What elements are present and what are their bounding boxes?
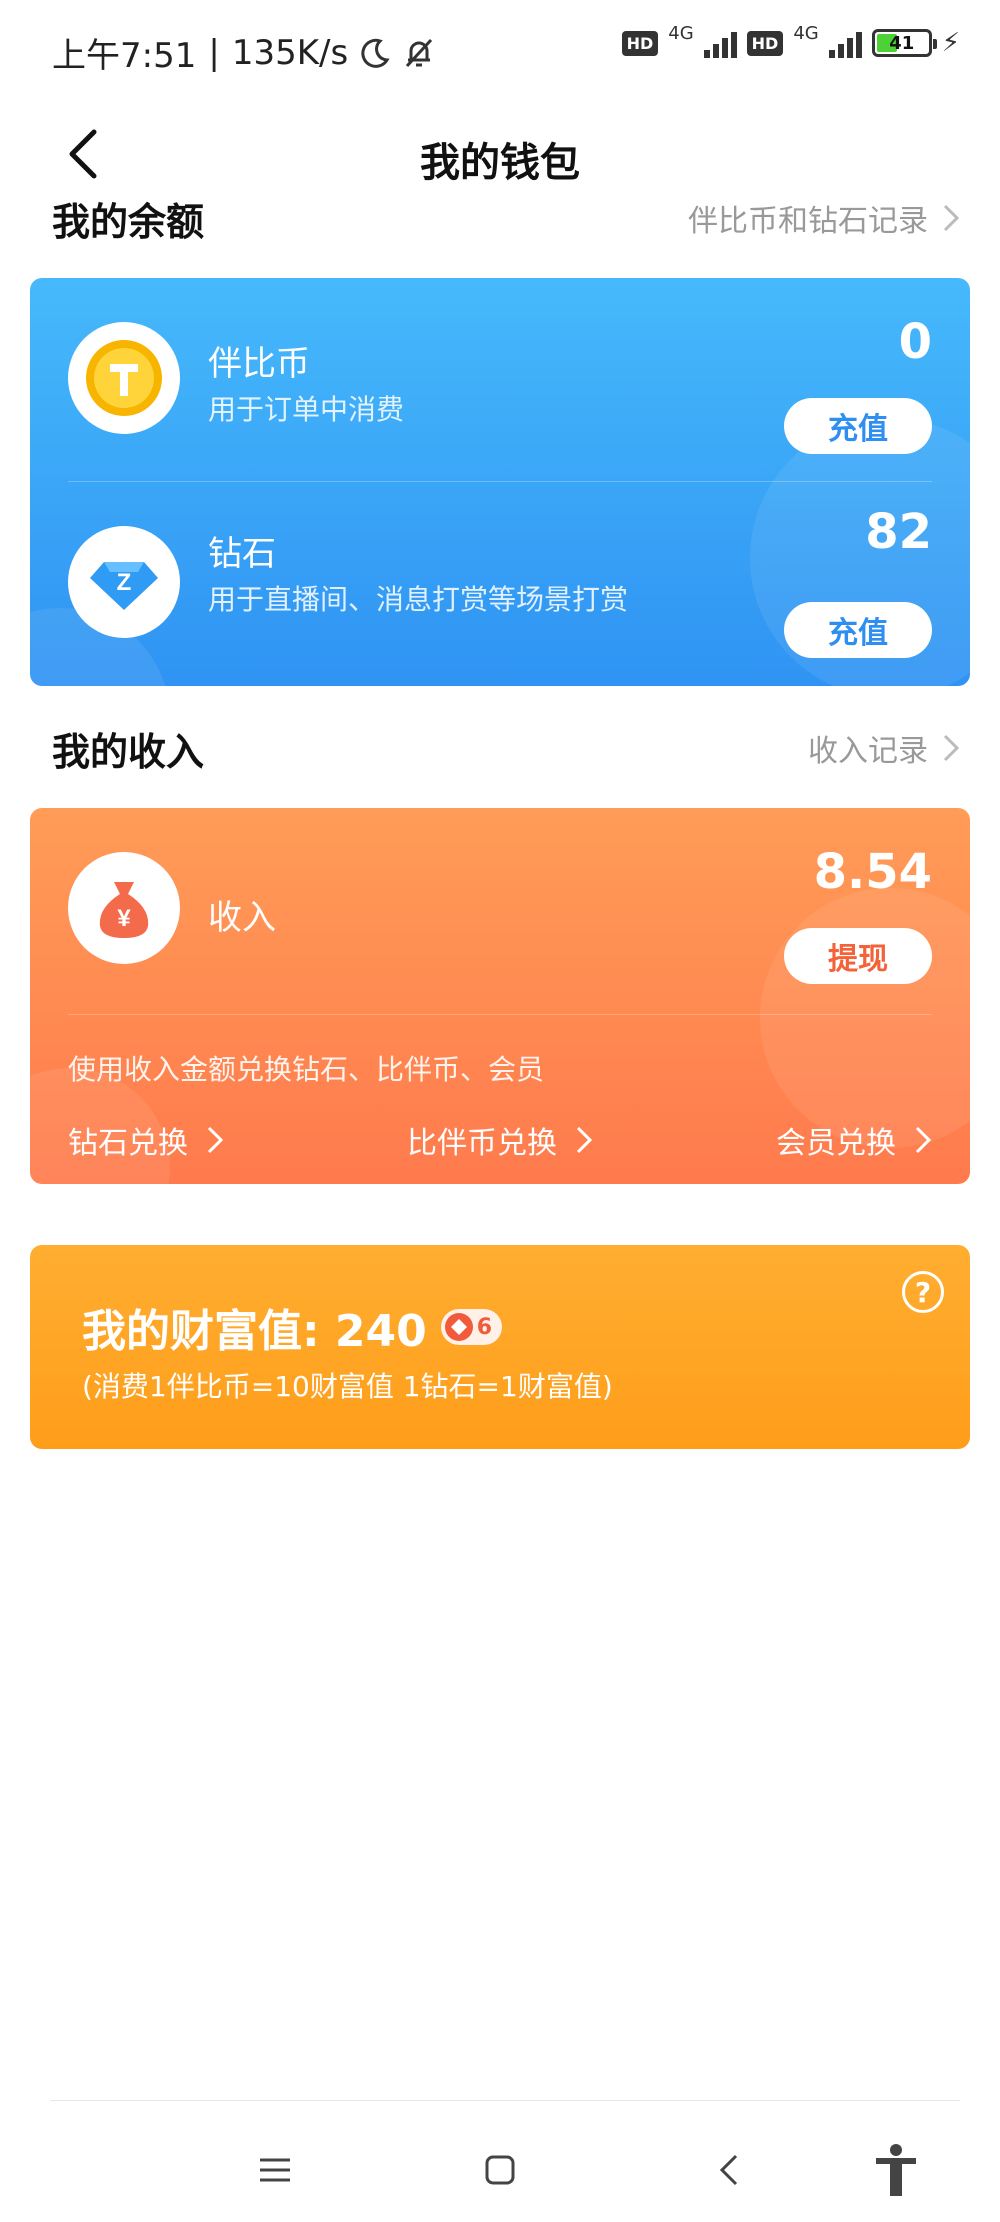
coin-name: 伴比币 (208, 344, 310, 384)
battery-level: 41 (889, 32, 915, 54)
diamond-exchange-link[interactable]: 钻石兑换 (68, 1118, 224, 1162)
network-type: 4G (668, 22, 694, 44)
status-separator: | (208, 32, 220, 73)
svg-text:¥: ¥ (117, 905, 131, 932)
home-icon[interactable] (470, 2140, 530, 2200)
menu-icon[interactable] (245, 2140, 305, 2200)
exchange-label: 钻石兑换 (68, 1126, 188, 1161)
member-exchange-link[interactable]: 会员兑换 (776, 1118, 932, 1162)
diamond-name: 钻石 (208, 534, 276, 574)
hd-badge: HD (621, 30, 659, 56)
income-card: ¥ 收入 8.54 提现 使用收入金额兑换钻石、比伴币、会员 钻石兑换 比伴币兑… (30, 808, 970, 1184)
status-time: 上午7:51 (52, 36, 197, 76)
chevron-right-icon (915, 1126, 932, 1154)
nav-back-icon[interactable] (700, 2140, 760, 2200)
wealth-card: 我的财富值: 240 6 (消费1伴比币=10财富值 1钻石=1财富值) ? (30, 1245, 970, 1449)
card-divider (68, 1014, 932, 1015)
svg-text:Z: Z (117, 569, 132, 596)
help-icon[interactable]: ? (902, 1271, 944, 1313)
exchange-label: 会员兑换 (776, 1126, 896, 1161)
record-link-label: 伴比币和钻石记录 (688, 204, 928, 239)
battery-icon: 41 (871, 29, 937, 57)
money-bag-icon: ¥ (99, 882, 149, 938)
status-bar: 上午7:51 | 135K/s HD 4G HD 4G 41 ⚡ (0, 0, 1000, 100)
income-avatar: ¥ (68, 852, 180, 964)
exchange-options: 钻石兑换 比伴币兑换 会员兑换 (68, 1118, 932, 1162)
diamond-icon: Z (90, 562, 158, 610)
coin-exchange-link[interactable]: 比伴币兑换 (407, 1118, 593, 1162)
income-section-header: 我的收入 收入记录 (52, 718, 960, 778)
hd-badge: HD (746, 30, 784, 56)
bell-off-icon (406, 38, 433, 67)
nav-divider (50, 2100, 960, 2101)
coin-amount: 0 (898, 314, 932, 370)
moon-icon (361, 38, 390, 68)
card-decoration (760, 888, 970, 1148)
chevron-right-icon (207, 1126, 224, 1154)
charging-icon: ⚡ (941, 28, 960, 58)
coin-icon (86, 340, 162, 416)
signal-icon (828, 28, 862, 58)
chevron-right-icon (943, 204, 960, 232)
network-type: 4G (793, 22, 819, 44)
withdraw-button[interactable]: 提现 (784, 928, 932, 984)
balance-section-header: 我的余额 伴比币和钻石记录 (52, 188, 960, 248)
exchange-label: 比伴币兑换 (407, 1126, 557, 1161)
coin-row: 伴比币 用于订单中消费 0 充值 (30, 278, 970, 478)
income-amount: 8.54 (813, 844, 932, 900)
accessibility-icon[interactable] (866, 2140, 926, 2200)
level-icon (444, 1313, 473, 1341)
diamond-amount: 82 (865, 504, 932, 560)
system-nav-bar (0, 2120, 1000, 2210)
income-name: 收入 (208, 898, 276, 938)
coin-diamond-record-link[interactable]: 伴比币和钻石记录 (688, 196, 960, 240)
status-right: HD 4G HD 4G 41 ⚡ (621, 23, 960, 58)
diamond-desc: 用于直播间、消息打赏等场景打赏 (208, 583, 629, 616)
wealth-rule: (消费1伴比币=10财富值 1钻石=1财富值) (82, 1370, 613, 1403)
wealth-title-row: 我的财富值: 240 6 (82, 1295, 503, 1359)
wealth-level-badge: 6 (440, 1309, 503, 1345)
chevron-right-icon (943, 734, 960, 762)
income-record-link[interactable]: 收入记录 (808, 726, 960, 770)
coin-desc: 用于订单中消费 (208, 393, 405, 426)
signal-icon (703, 28, 737, 58)
diamond-recharge-button[interactable]: 充值 (784, 602, 932, 658)
status-left: 上午7:51 | 135K/s (52, 28, 436, 77)
income-section-title: 我的收入 (52, 729, 205, 774)
wealth-level: 6 (476, 1314, 493, 1340)
balance-section-title: 我的余额 (52, 199, 205, 244)
page-title: 我的钱包 (420, 140, 580, 186)
wealth-title: 我的财富值: 240 (82, 1306, 427, 1357)
coin-avatar (68, 322, 180, 434)
status-speed: 135K/s (231, 32, 349, 73)
diamond-avatar: Z (68, 526, 180, 638)
exchange-description: 使用收入金额兑换钻石、比伴币、会员 (68, 1053, 545, 1086)
diamond-row: Z 钻石 用于直播间、消息打赏等场景打赏 82 充值 (30, 482, 970, 682)
coin-recharge-button[interactable]: 充值 (784, 398, 932, 454)
income-record-label: 收入记录 (808, 734, 928, 769)
chevron-right-icon (576, 1126, 593, 1154)
balance-card: 伴比币 用于订单中消费 0 充值 Z 钻石 用于直播间、消息打赏等场景打赏 82… (30, 278, 970, 686)
